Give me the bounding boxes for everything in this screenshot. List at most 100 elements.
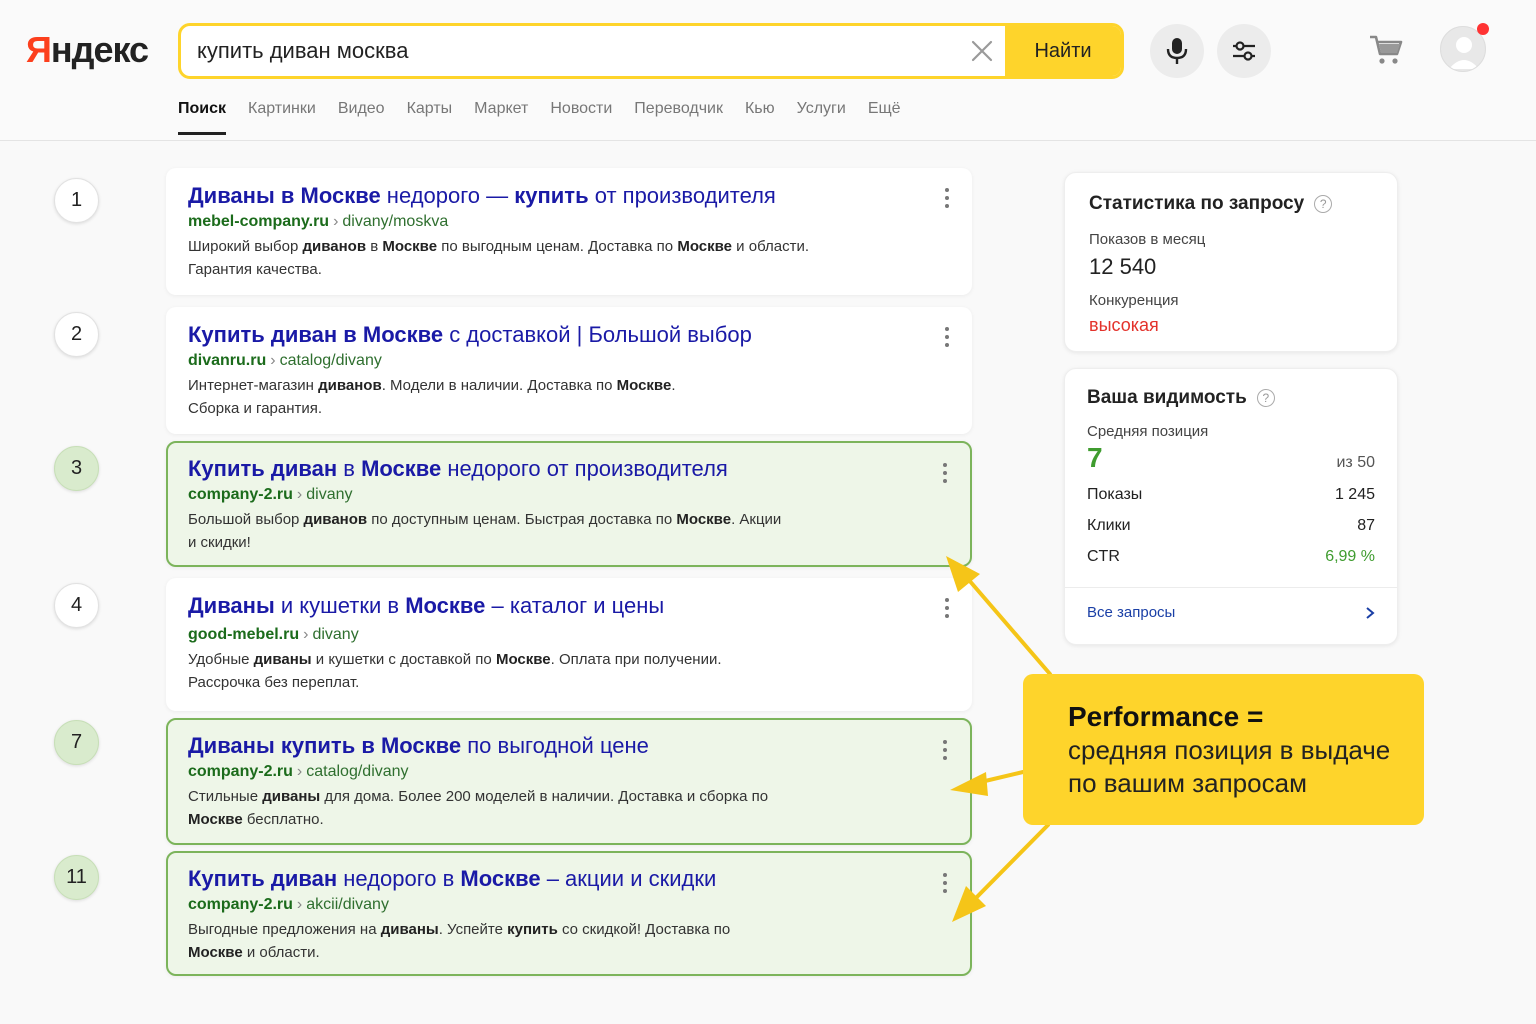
cart-icon[interactable] [1368, 34, 1404, 66]
search-input[interactable] [197, 26, 957, 76]
result-title-link[interactable]: Купить диван недорого в Москве – акции и… [188, 865, 950, 893]
text-segment: Выгодные предложения на [188, 921, 381, 938]
performance-callout: Performance = средняя позиция в выдаче п… [1023, 674, 1424, 825]
result-domain: good-mebel.ru [188, 626, 300, 643]
result-snippet: Выгодные предложения на диваны. Успейте … [188, 918, 768, 964]
search-result: Диваны и кушетки в Москве – каталог и це… [166, 578, 972, 711]
arrow-to-result-3 [960, 570, 1052, 676]
visibility-title: Ваша видимость? [1087, 387, 1375, 409]
text-segment: недорого — [380, 183, 515, 208]
more-options-icon[interactable] [942, 873, 948, 893]
highlighted-term: диваны [253, 651, 312, 668]
result-url[interactable]: divanru.ru › catalog/divany [188, 350, 950, 372]
text-segment: для дома. Более 200 моделей в наличии. Д… [320, 788, 769, 805]
ctr-label: CTR [1087, 548, 1120, 565]
impressions-label: Показы [1087, 486, 1143, 503]
find-button[interactable]: Найти [1005, 26, 1121, 76]
clear-icon[interactable] [969, 38, 995, 64]
highlighted-term: Купить диван в Москве [188, 322, 444, 347]
text-segment: с доставкой | Большой выбор [443, 322, 752, 347]
result-domain: company-2.ru [188, 763, 293, 780]
more-options-icon[interactable] [942, 463, 948, 483]
query-stats-panel: Статистика по запросу? Показов в месяц 1… [1064, 172, 1398, 352]
more-options-icon[interactable] [942, 740, 948, 760]
text-segment: по выгодным ценам. Доставка по [437, 238, 678, 255]
tab-more[interactable]: Ещё [868, 100, 901, 135]
help-icon[interactable]: ? [1256, 389, 1275, 407]
result-title-link[interactable]: Диваны в Москве недорого — купить от про… [188, 182, 950, 210]
text-segment: по доступным ценам. Быстрая доставка по [367, 511, 677, 528]
all-queries-link[interactable]: Все запросы [1087, 604, 1375, 621]
more-options-icon[interactable] [944, 598, 950, 618]
all-queries-label: Все запросы [1087, 604, 1176, 621]
result-path: divany/moskva [342, 213, 449, 230]
result-snippet: Широкий выбор диванов в Москве по выгодн… [188, 235, 868, 281]
text-segment: . Успейте [438, 921, 508, 938]
highlighted-term: Москве [188, 944, 243, 961]
tab-images[interactable]: Картинки [248, 100, 316, 135]
result-snippet: Удобные диваны и кушетки с доставкой по … [188, 648, 778, 694]
text-segment: бесплатно. [242, 811, 324, 828]
logo-text: ндекс [50, 29, 149, 70]
ctr-row: CTR 6,99 % [1087, 548, 1375, 566]
filters-button[interactable] [1217, 24, 1271, 78]
breadcrumb-separator: › [270, 352, 276, 369]
result-url[interactable]: company-2.ru › divany [188, 484, 950, 506]
tab-video[interactable]: Видео [338, 100, 385, 135]
more-options-icon[interactable] [944, 327, 950, 347]
search-box: Найти [178, 23, 1124, 79]
result-title-link[interactable]: Купить диван в Москве с доставкой | Боль… [188, 321, 950, 349]
text-segment: и кушетки с доставкой по [311, 651, 496, 668]
more-options-icon[interactable] [944, 188, 950, 208]
result-url[interactable]: mebel-company.ru › divany/moskva [188, 211, 950, 233]
text-segment: в [366, 238, 383, 255]
search-tabs: Поиск Картинки Видео Карты Маркет Новост… [178, 100, 901, 135]
avg-position-row: 7 из 50 [1087, 442, 1375, 474]
tab-q[interactable]: Кью [745, 100, 775, 135]
result-url[interactable]: company-2.ru › akcii/divany [188, 894, 950, 916]
help-icon[interactable]: ? [1314, 195, 1333, 213]
visibility-panel: Ваша видимость? Средняя позиция 7 из 50 … [1064, 368, 1398, 645]
result-title-link[interactable]: Купить диван в Москве недорого от произв… [188, 455, 950, 483]
tab-news[interactable]: Новости [550, 100, 612, 135]
yandex-logo[interactable]: Яндекс [26, 29, 149, 71]
text-segment: – акции и скидки [540, 866, 717, 891]
result-path: catalog/divany [279, 352, 382, 369]
text-segment: . Модели в наличии. Доставка по [381, 377, 617, 394]
result-path: akcii/divany [306, 896, 389, 913]
visibility-title-text: Ваша видимость [1087, 387, 1247, 408]
result-title-link[interactable]: Диваны купить в Москве по выгодной цене [188, 732, 950, 760]
tab-market[interactable]: Маркет [474, 100, 528, 135]
tab-translator[interactable]: Переводчик [634, 100, 723, 135]
highlighted-term: купить [514, 183, 589, 208]
text-segment: и области. [242, 944, 320, 961]
highlighted-term: Москве [405, 593, 486, 618]
result-url[interactable]: company-2.ru › catalog/divany [188, 761, 950, 783]
text-segment: Интернет-магазин [188, 377, 319, 394]
impressions-row: Показы 1 245 [1087, 486, 1375, 504]
shows-label: Показов в месяц [1089, 231, 1206, 248]
text-segment: Широкий выбор [188, 238, 303, 255]
result-path: divany [306, 486, 353, 503]
text-segment: недорого от производителя [441, 456, 728, 481]
result-url[interactable]: good-mebel.ru › divany [188, 624, 950, 646]
text-segment: в [337, 456, 362, 481]
highlighted-term: Купить диван [188, 866, 338, 891]
breadcrumb-separator: › [333, 213, 339, 230]
highlighted-term: Диваны в Москве [188, 183, 381, 208]
position-badge: 1 [54, 178, 99, 223]
result-domain: divanru.ru [188, 352, 267, 369]
tab-maps[interactable]: Карты [407, 100, 453, 135]
result-title-link[interactable]: Диваны и кушетки в Москве – каталог и це… [188, 592, 950, 620]
arrow-to-result-7 [962, 770, 1025, 788]
text-segment: от производителя [588, 183, 776, 208]
highlighted-term: Москве [460, 866, 541, 891]
highlighted-term: Москве [188, 811, 243, 828]
tab-services[interactable]: Услуги [797, 100, 846, 135]
microphone-icon [1166, 38, 1188, 64]
avg-position-of: из 50 [1336, 454, 1375, 471]
voice-search-button[interactable] [1150, 24, 1204, 78]
tab-search[interactable]: Поиск [178, 100, 227, 135]
callout-text: средняя позиция в выдаче по вашим запрос… [1068, 735, 1391, 798]
position-badge: 11 [54, 855, 99, 900]
